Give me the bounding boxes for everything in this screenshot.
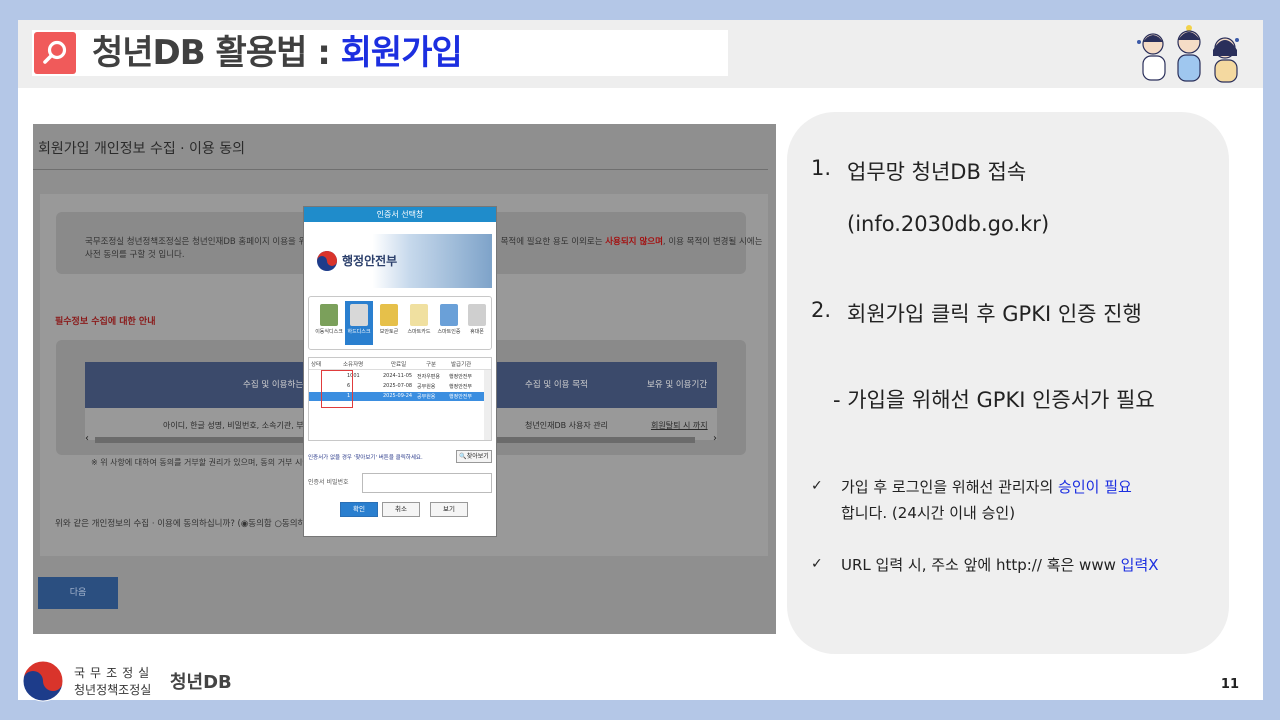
storage-phone[interactable]: 휴대폰 xyxy=(463,301,491,345)
dialog-banner: 행정안전부 xyxy=(308,234,492,288)
org-name: 행정안전부 xyxy=(342,254,398,268)
scroll-right-icon[interactable]: › xyxy=(713,433,717,444)
vertical-scrollbar[interactable] xyxy=(484,370,491,440)
check-icon: ✓ xyxy=(811,556,823,572)
step2-subnote: - 가입을 위해선 GPKI 인증서가 필요 xyxy=(833,388,1155,412)
storage-smart-auth[interactable]: 스마트인증 xyxy=(435,301,463,345)
disagree-radio[interactable]: ○ xyxy=(274,519,281,529)
col-header-period: 보유 및 이용기간 xyxy=(647,380,708,390)
step1-url: (info.2030db.go.kr) xyxy=(847,212,1050,236)
next-button[interactable]: 다음 xyxy=(38,577,118,609)
url-tip: URL 입력 시, 주소 앞에 http:// 혹은 www 입력X xyxy=(841,556,1159,574)
storage-smart-card[interactable]: 스마트카드 xyxy=(405,301,433,345)
mascot-illustration xyxy=(1137,25,1239,83)
refusal-note: ※ 위 사항에 대하여 동의를 거부할 권리가 있으며, 동의 거부 시에는 회 xyxy=(91,458,327,467)
step2-number: 2. xyxy=(811,298,832,322)
cert-list-header: 상태 소유자명 만료일 구분 발급기관 xyxy=(309,358,491,370)
search-icon xyxy=(34,32,76,74)
government-emblem-icon xyxy=(22,660,64,702)
storage-selector: 이동식디스크 하드디스크 보안토큰 스마트카드 스마트인증 휴대폰 xyxy=(308,296,492,350)
step1-text: 업무망 청년DB 접속 xyxy=(847,160,1027,184)
org-name-line2: 청년정책조정실 xyxy=(74,683,152,697)
scroll-left-icon[interactable]: ‹ xyxy=(85,433,89,444)
dialog-title: 인증서 선택창 xyxy=(304,207,496,222)
step1-number: 1. xyxy=(811,156,832,180)
step2-text: 회원가입 클릭 후 GPKI 인증 진행 xyxy=(847,302,1142,326)
check-icon: ✓ xyxy=(811,478,823,494)
page-title: 청년DB 활용법 : 회원가입 xyxy=(92,33,463,73)
storage-removable-disk[interactable]: 이동식디스크 xyxy=(315,301,343,345)
taegeuk-logo-icon xyxy=(317,251,337,271)
divider xyxy=(33,169,768,170)
col-header-purpose: 수집 및 이용 목적 xyxy=(525,380,588,390)
ok-button[interactable]: 확인 xyxy=(340,502,378,517)
slide: 청년DB 활용법 : 회원가입 회원가입 개인정보 수집 · 이용 동의 국무조… xyxy=(18,20,1263,702)
instructions-panel: 1. 업무망 청년DB 접속 (info.2030db.go.kr) 2. 회원… xyxy=(787,112,1229,654)
storage-hard-disk[interactable]: 하드디스크 xyxy=(345,301,373,345)
footer-brand: 청년DB xyxy=(170,672,232,693)
consent-page-header: 회원가입 개인정보 수집 · 이용 동의 xyxy=(38,141,246,157)
find-hint: 인증서가 없을 경우 '찾아보기' 버튼을 클릭하세요. xyxy=(308,455,423,461)
org-name-line1: 국무조정실 xyxy=(74,666,155,680)
storage-security-token[interactable]: 보안토큰 xyxy=(375,301,403,345)
find-button[interactable]: 🔍찾아보기 xyxy=(456,450,492,463)
password-input[interactable] xyxy=(362,473,492,493)
required-info-title: 필수정보 수집에 대한 안내 xyxy=(55,317,156,327)
cancel-button[interactable]: 취소 xyxy=(382,502,420,517)
view-button[interactable]: 보기 xyxy=(430,502,468,517)
agree-question: 위와 같은 개인정보의 수집 · 이용에 동의하십니까? (◉동의함 ○동의하지… xyxy=(55,519,335,529)
page-number: 11 xyxy=(1220,677,1239,692)
redaction-box xyxy=(321,370,353,408)
certificate-dialog: 인증서 선택창 행정안전부 이동식디스크 하드디스크 보안토큰 스마트카드 스마… xyxy=(303,206,497,537)
approval-tip: 가입 후 로그인을 위해선 관리자의 승인이 필요 합니다. (24시간 이내 … xyxy=(841,478,1132,522)
signup-screenshot: 회원가입 개인정보 수집 · 이용 동의 국무조정실 청년정책조정실은 청년인재… xyxy=(33,124,776,634)
password-label: 인증서 비밀번호 xyxy=(308,479,349,486)
certificate-list: 상태 소유자명 만료일 구분 발급기관 1001 2024-11-05 전자우편용 행… xyxy=(308,357,492,441)
